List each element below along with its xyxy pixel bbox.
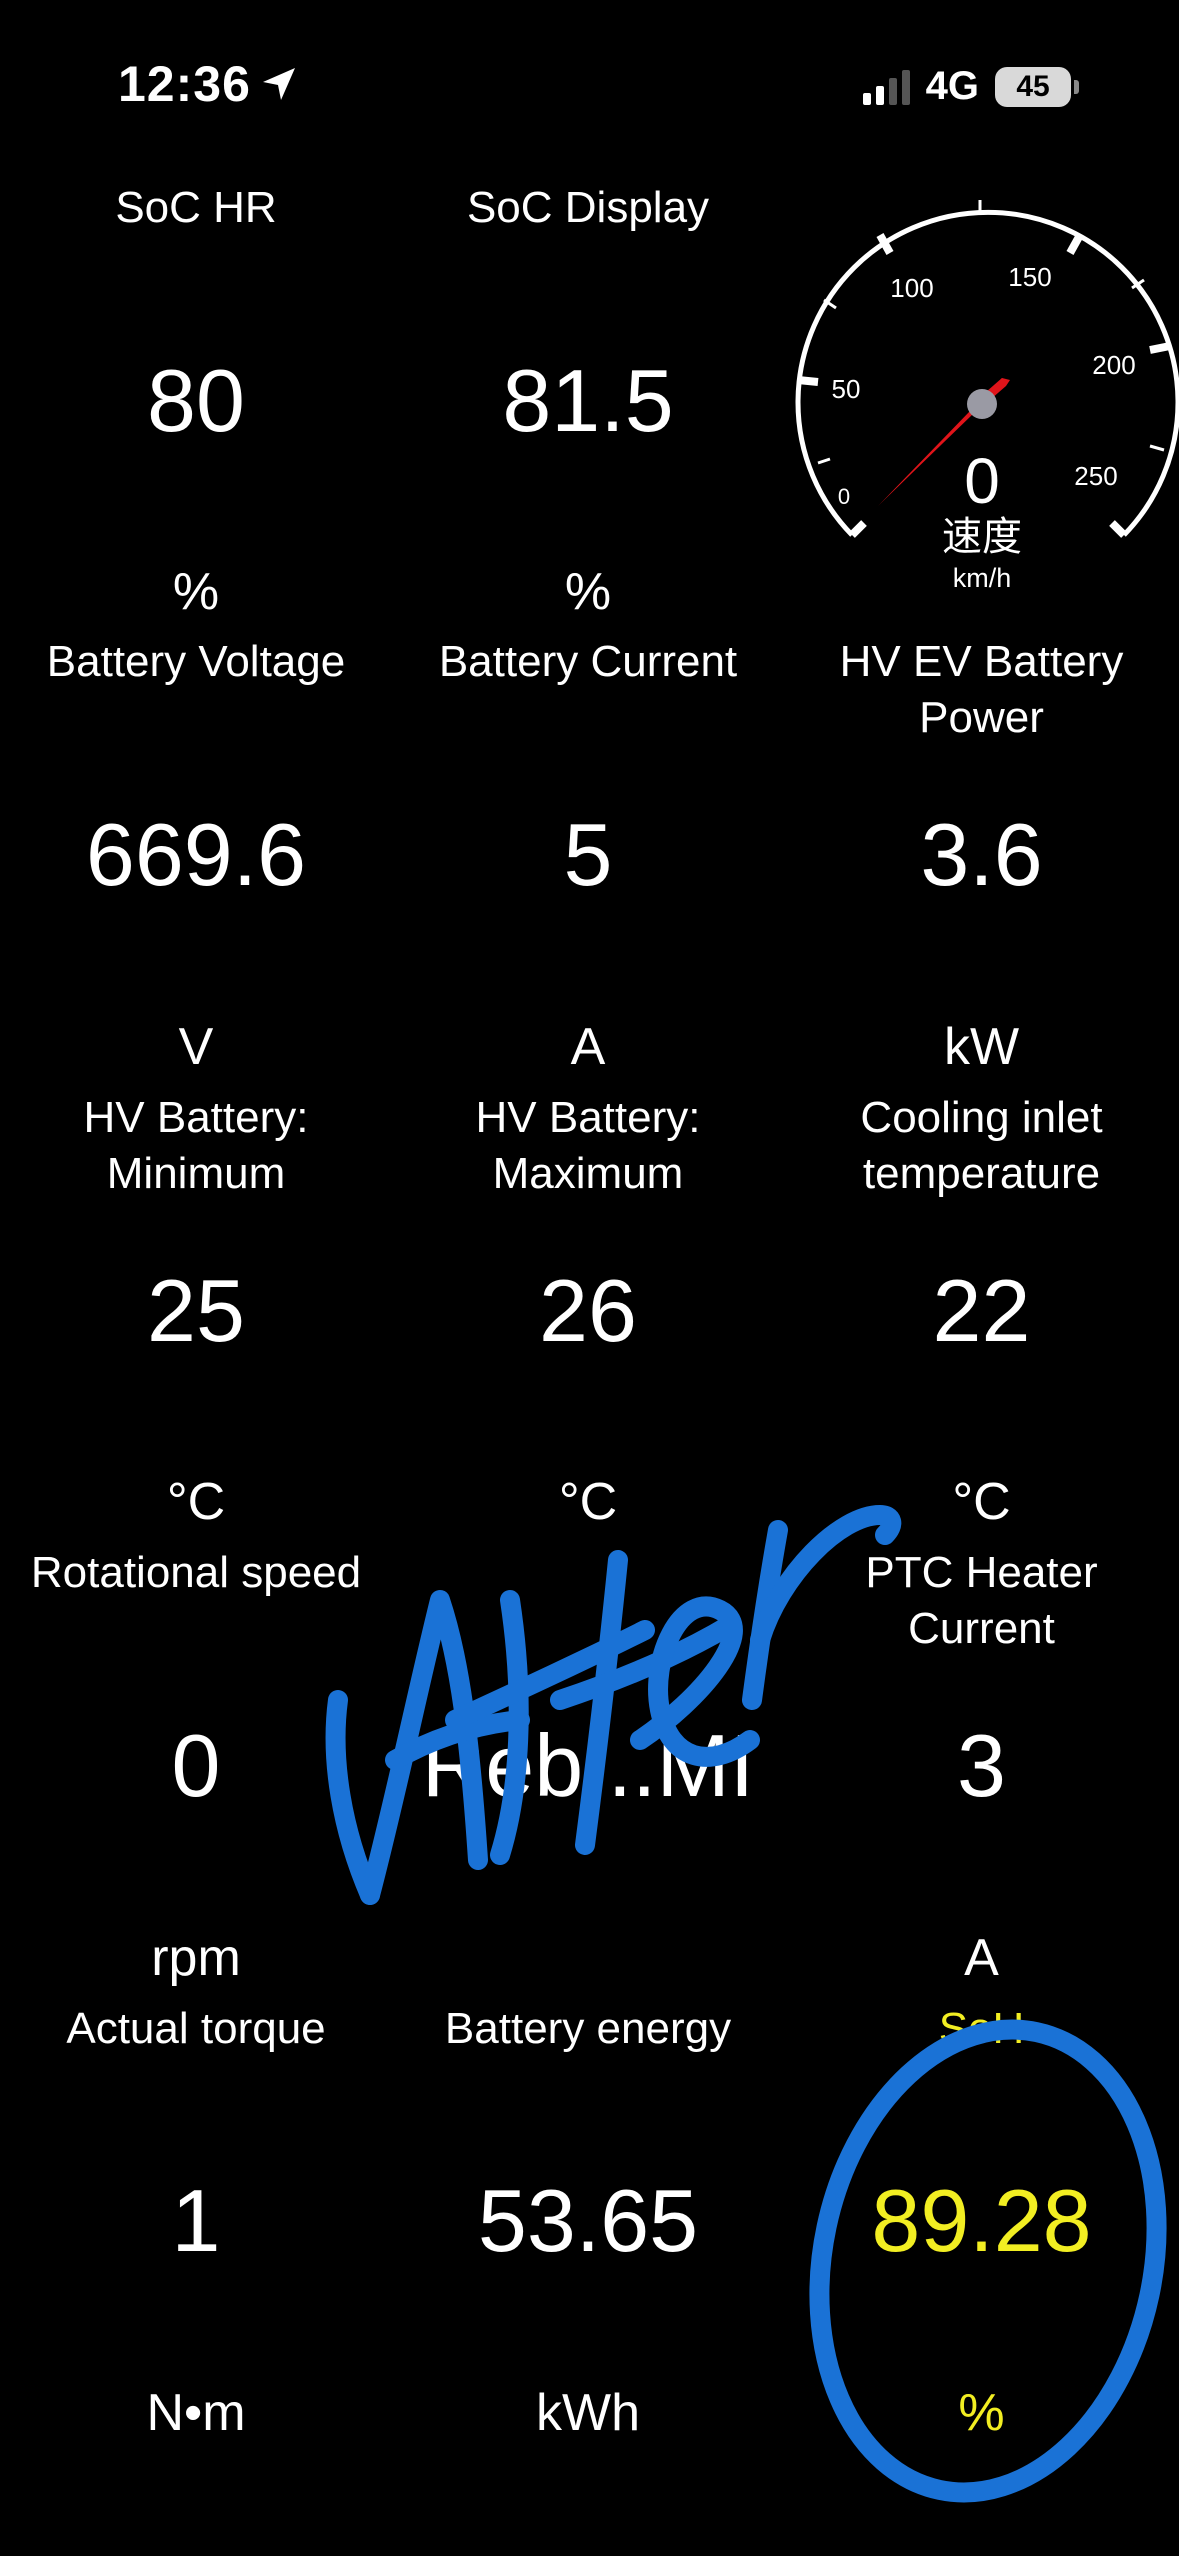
- tile-value-soc-hr: 80: [147, 351, 245, 450]
- location-arrow-icon: [262, 68, 295, 100]
- tile-unit-battery-current: A: [570, 1018, 606, 1076]
- status-icons: 4G 45: [862, 64, 1079, 109]
- tile-unit-ptc-heater-current: A: [964, 1929, 999, 1987]
- tile-label-soc-display: SoC Display: [466, 183, 710, 232]
- tile-value-battery-voltage: 669.6: [85, 805, 307, 904]
- tile-value-soc-display: 81.5: [502, 351, 674, 450]
- speed-gauge: 0 50 100 150 200 250 0 速度 km/h: [795, 200, 1179, 593]
- tile-unit-hv-ev-battery-power: kW: [943, 1018, 1020, 1076]
- tile-label-cooling-inlet-temperature: Cooling inlet temperature: [860, 1093, 1103, 1198]
- tile-label-battery-current: Battery Current: [438, 637, 738, 686]
- status-time: 12:36: [118, 55, 299, 113]
- tile-label-hv-battery-minimum: HV Battery: Minimum: [83, 1093, 309, 1198]
- tile-value-hv-ev-battery-power: 3.6: [920, 805, 1043, 904]
- tile-label-ptc-heater-current: PTC Heater Current: [865, 1548, 1098, 1653]
- gauge-tick-50: 50: [832, 374, 861, 404]
- tile-label-battery-energy: Battery energy: [444, 2004, 732, 2053]
- tile-label-soc-hr: SoC HR: [115, 183, 277, 232]
- gauge-hub: [967, 389, 997, 419]
- tile-unit-cooling-inlet-temperature: °C: [952, 1473, 1011, 1531]
- gauge-tick-200: 200: [1092, 350, 1135, 380]
- tile-unit-soc-hr: %: [172, 563, 220, 621]
- tile-unit-rotational-speed: rpm: [151, 1929, 241, 1987]
- gauge-tick-100: 100: [890, 273, 933, 303]
- tile-unit-soc-display: %: [564, 563, 612, 621]
- gauge-value: 0: [964, 445, 1000, 517]
- tile-value-rotational-speed: 0: [171, 1716, 221, 1815]
- tile-label-hv-battery-maximum: HV Battery: Maximum: [475, 1093, 701, 1198]
- tile-unit-soh: %: [958, 2384, 1005, 2442]
- tile-value-reb-mi: Reb...MI: [421, 1716, 755, 1815]
- tile-value-battery-energy: 53.65: [477, 2171, 699, 2270]
- tile-label-hv-ev-battery-power: HV EV Battery Power: [839, 637, 1124, 742]
- gauge-tick-150: 150: [1008, 262, 1051, 292]
- clock-text: 12:36: [118, 56, 251, 112]
- tile-unit-battery-voltage: V: [178, 1018, 214, 1076]
- gauge-unit: km/h: [953, 563, 1012, 593]
- gauge-tick-250: 250: [1074, 461, 1117, 491]
- tile-unit-battery-energy: kWh: [536, 2384, 640, 2442]
- gauge-label: 速度: [942, 514, 1022, 560]
- tile-unit-actual-torque: N•m: [146, 2384, 246, 2442]
- battery-icon: 45: [995, 66, 1079, 107]
- tile-unit-hv-battery-maximum: °C: [558, 1473, 618, 1531]
- cellular-signal-icon: [862, 69, 910, 105]
- tile-value-actual-torque: 1: [171, 2171, 221, 2270]
- tile-value-ptc-heater-current: 3: [957, 1716, 1006, 1815]
- tile-label-battery-voltage: Battery Voltage: [46, 637, 346, 686]
- tile-value-soh: 89.28: [871, 2171, 1092, 2270]
- tile-label-rotational-speed: Rotational speed: [30, 1548, 362, 1597]
- tile-label-soh: SoH: [938, 2004, 1025, 2053]
- battery-level: 45: [995, 66, 1071, 107]
- tile-value-battery-current: 5: [563, 805, 613, 904]
- network-type: 4G: [925, 64, 979, 108]
- tile-unit-hv-battery-minimum: °C: [166, 1473, 226, 1531]
- gauge-tick-0: 0: [838, 484, 850, 509]
- tile-value-hv-battery-minimum: 25: [147, 1261, 245, 1360]
- tile-label-actual-torque: Actual torque: [66, 2004, 326, 2053]
- gauge-minor-ticks: [817, 200, 1165, 465]
- tile-value-hv-battery-maximum: 26: [539, 1261, 637, 1360]
- tile-value-cooling-inlet-temperature: 22: [932, 1261, 1031, 1360]
